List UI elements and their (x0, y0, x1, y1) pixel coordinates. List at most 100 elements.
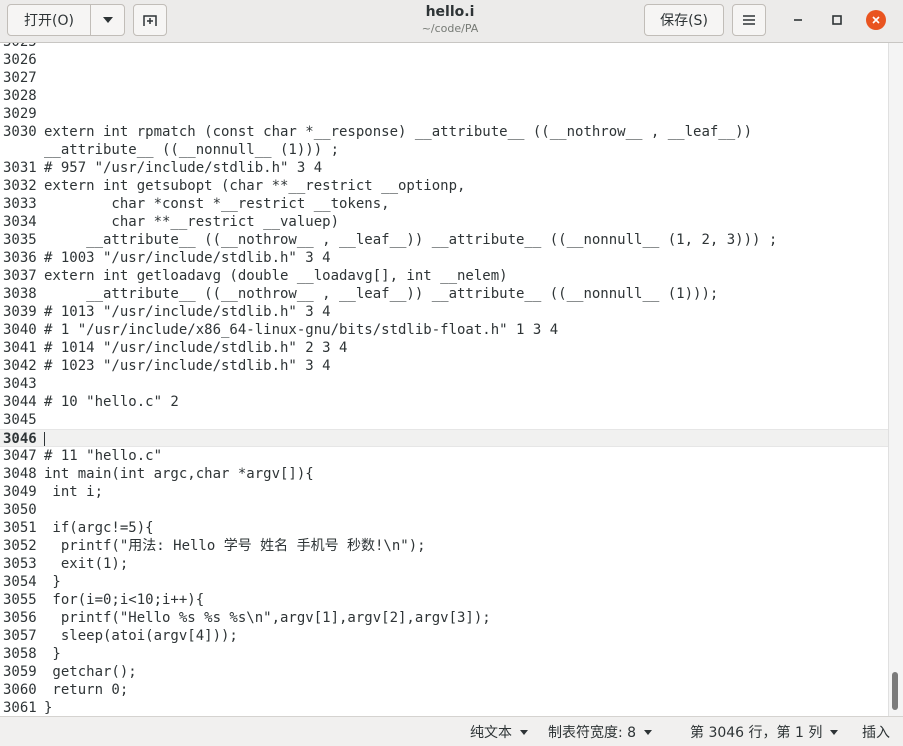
line-number: 3050 (3, 502, 37, 518)
code-line[interactable]: 3054 } (0, 573, 888, 591)
save-button[interactable]: 保存(S) (644, 4, 724, 36)
line-text: # 1014 "/usr/include/stdlib.h" 2 3 4 (44, 340, 348, 356)
line-number: 3036 (3, 250, 37, 266)
minimize-button[interactable] (788, 10, 808, 30)
code-line[interactable]: 3029 (0, 105, 888, 123)
text-editor-area[interactable]: 30253026 3027 3028 3029 3030 extern int rpmat… (0, 43, 888, 716)
code-line[interactable]: 3060 return 0; (0, 681, 888, 699)
code-line[interactable]: 3051 if(argc!=5){ (0, 519, 888, 537)
line-text: # 1023 "/usr/include/stdlib.h" 3 4 (44, 358, 331, 374)
code-line[interactable]: 3049 int i; (0, 483, 888, 501)
code-line[interactable]: __attribute__ ((__nonnull__ (1))) ; (0, 141, 888, 159)
line-text: extern int getsubopt (char **__restrict … (44, 178, 466, 194)
code-line[interactable]: 3056 printf("Hello %s %s %s\n",argv[1],a… (0, 609, 888, 627)
code-line[interactable]: 3041 # 1014 "/usr/include/stdlib.h" 2 3 4 (0, 339, 888, 357)
code-line[interactable]: 3039 # 1013 "/usr/include/stdlib.h" 3 4 (0, 303, 888, 321)
code-line[interactable]: 3050 (0, 501, 888, 519)
language-label: 纯文本 (470, 725, 512, 741)
code-line[interactable]: 3032 extern int getsubopt (char **__restr… (0, 177, 888, 195)
code-line[interactable]: 3061} (0, 699, 888, 716)
line-text: # 1013 "/usr/include/stdlib.h" 3 4 (44, 304, 331, 320)
line-number: 3043 (3, 376, 37, 392)
new-tab-icon (143, 15, 157, 26)
code-line[interactable]: 3052 printf("用法: Hello 学号 姓名 手机号 秒数!\n")… (0, 537, 888, 555)
line-number: 3049 (3, 484, 37, 500)
open-button[interactable]: 打开(O) (7, 4, 91, 36)
code-line[interactable]: 3058 } (0, 645, 888, 663)
code-line[interactable]: 3033 char *const *__restrict __tokens, (0, 195, 888, 213)
line-text: __attribute__ ((__nothrow__ , __leaf__))… (44, 286, 719, 302)
line-number: 3058 (3, 646, 37, 662)
code-line[interactable]: 3044 # 10 "hello.c" 2 (0, 393, 888, 411)
line-number: 3029 (3, 106, 37, 122)
line-number: 3026 (3, 52, 37, 68)
line-text: int i; (44, 484, 104, 500)
code-line[interactable]: 3038 __attribute__ ((__nothrow__ , __lea… (0, 285, 888, 303)
code-line[interactable]: 3035 __attribute__ ((__nothrow__ , __lea… (0, 231, 888, 249)
line-text: return 0; (44, 682, 129, 698)
code-line[interactable]: 3043 (0, 375, 888, 393)
window-title-block: hello.i ~/code/PA (330, 3, 570, 36)
maximize-button[interactable] (827, 10, 847, 30)
hamburger-menu-icon (743, 15, 755, 25)
code-line[interactable]: 3026 (0, 51, 888, 69)
code-line[interactable]: 3055 for(i=0;i<10;i++){ (0, 591, 888, 609)
line-text: # 1 "/usr/include/x86_64-linux-gnu/bits/… (44, 322, 559, 338)
line-number: 3055 (3, 592, 37, 608)
line-text: __attribute__ ((__nothrow__ , __leaf__))… (44, 232, 778, 248)
code-line[interactable]: 3053 exit(1); (0, 555, 888, 573)
cursor-position-label: 第 3046 行，第 1 列 (690, 725, 823, 741)
chevron-down-icon (102, 17, 113, 23)
code-line[interactable]: 3030 extern int rpmatch (const char *__re… (0, 123, 888, 141)
code-line[interactable]: 3040 # 1 "/usr/include/x86_64-linux-gnu/b… (0, 321, 888, 339)
line-number: 3060 (3, 682, 37, 698)
code-line[interactable]: 3057 sleep(atoi(argv[4])); (0, 627, 888, 645)
line-number: 3030 (3, 124, 37, 140)
line-text: getchar(); (44, 664, 137, 680)
line-text: # 1003 "/usr/include/stdlib.h" 3 4 (44, 250, 331, 266)
line-text: for(i=0;i<10;i++){ (44, 592, 205, 608)
code-line[interactable]: 3027 (0, 69, 888, 87)
status-bar: 纯文本 制表符宽度: 8 第 3046 行，第 1 列 插入 (0, 716, 903, 746)
line-text: extern int rpmatch (const char *__respon… (44, 124, 753, 140)
code-line[interactable]: 3031 # 957 "/usr/include/stdlib.h" 3 4 (0, 159, 888, 177)
chevron-down-icon (520, 729, 528, 735)
line-number: 3047 (3, 448, 37, 464)
line-number: 3059 (3, 664, 37, 680)
cursor-position-selector[interactable]: 第 3046 行，第 1 列 (690, 722, 839, 742)
code-line[interactable]: 3042 # 1023 "/usr/include/stdlib.h" 3 4 (0, 357, 888, 375)
open-recent-dropdown-button[interactable] (90, 4, 125, 36)
tab-width-selector[interactable]: 制表符宽度: 8 (548, 722, 653, 742)
line-number: 3045 (3, 412, 37, 428)
hamburger-menu-button[interactable] (732, 4, 766, 36)
code-line[interactable]: 3036 # 1003 "/usr/include/stdlib.h" 3 4 (0, 249, 888, 267)
code-line[interactable]: 3048 int main(int argc,char *argv[]){ (0, 465, 888, 483)
open-button-label: 打开(O) (24, 13, 74, 29)
line-number: 3038 (3, 286, 37, 302)
line-number: 3033 (3, 196, 37, 212)
code-line[interactable]: 3059 getchar(); (0, 663, 888, 681)
close-button[interactable] (866, 10, 886, 30)
line-number: 3035 (3, 232, 37, 248)
code-line[interactable]: 3034 char **__restrict __valuep) (0, 213, 888, 231)
line-text: } (44, 574, 61, 590)
line-number: 3032 (3, 178, 37, 194)
scrollbar-thumb[interactable] (892, 672, 898, 710)
code-line-current[interactable]: 3046 (0, 429, 888, 447)
line-text: } (44, 646, 61, 662)
code-line[interactable]: 3037 extern int getloadavg (double __load… (0, 267, 888, 285)
code-line[interactable]: 3045 (0, 411, 888, 429)
language-selector[interactable]: 纯文本 (470, 722, 528, 742)
line-number: 3042 (3, 358, 37, 374)
line-text: # 11 "hello.c" (44, 448, 163, 464)
insert-mode-label: 插入 (862, 725, 890, 741)
code-line[interactable]: 3028 (0, 87, 888, 105)
chevron-down-icon (644, 729, 653, 735)
chevron-down-icon (830, 729, 839, 735)
line-number: 3031 (3, 160, 37, 176)
code-line[interactable]: 3025 (0, 43, 888, 51)
line-number: 3028 (3, 88, 37, 104)
code-line[interactable]: 3047 # 11 "hello.c" (0, 447, 888, 465)
vertical-scrollbar[interactable] (888, 43, 903, 716)
new-document-button[interactable] (133, 4, 167, 36)
